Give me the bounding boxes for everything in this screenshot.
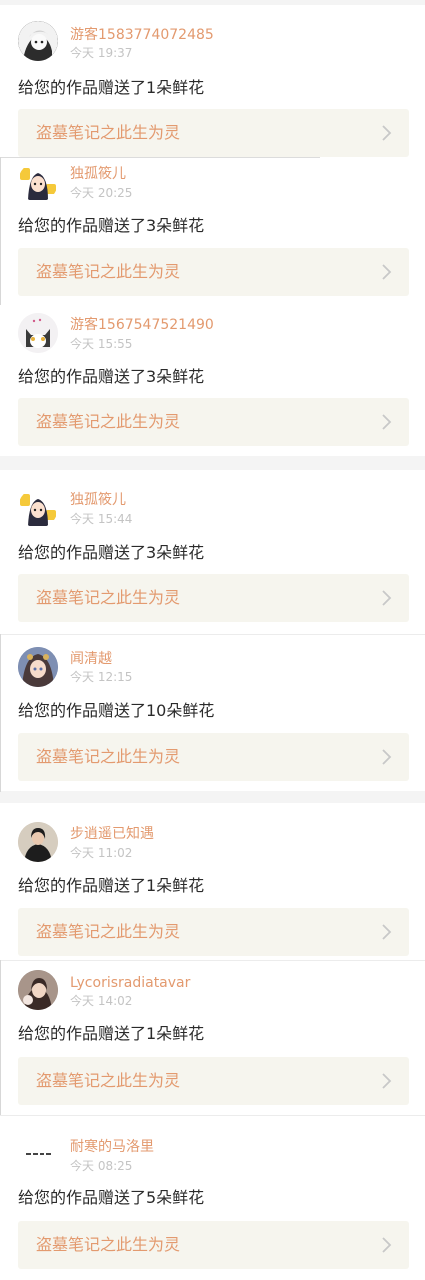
work-link-button[interactable]: 盗墓笔记之此生为灵 bbox=[18, 1221, 409, 1269]
timestamp: 今天 12:15 bbox=[70, 670, 133, 684]
cartoon-girl-avatar-icon[interactable] bbox=[18, 488, 58, 528]
sender-username[interactable]: 游客1567547521490 bbox=[70, 316, 214, 334]
work-title: 盗墓笔记之此生为灵 bbox=[36, 123, 181, 142]
notification-card: 步逍遥已知遇 今天 11:02 给您的作品赠送了1朵鲜花 盗墓笔记之此生为灵 bbox=[0, 803, 425, 960]
gift-message: 给您的作品赠送了5朵鲜花 bbox=[18, 1188, 205, 1207]
work-title: 盗墓笔记之此生为灵 bbox=[36, 1071, 181, 1090]
chevron-right-icon bbox=[381, 1072, 393, 1090]
section-gap bbox=[0, 791, 425, 803]
work-link-button[interactable]: 盗墓笔记之此生为灵 bbox=[18, 908, 409, 956]
work-link-button[interactable]: 盗墓笔记之此生为灵 bbox=[18, 248, 409, 296]
work-title: 盗墓笔记之此生为灵 bbox=[36, 588, 181, 607]
sender-username[interactable]: 独孤筱儿 bbox=[70, 165, 126, 183]
sender-username[interactable]: 耐寒的马洛里 bbox=[70, 1138, 154, 1156]
work-title: 盗墓笔记之此生为灵 bbox=[36, 262, 181, 281]
gift-message: 给您的作品赠送了1朵鲜花 bbox=[18, 876, 205, 895]
sender-username[interactable]: Lycorisradiatavar bbox=[70, 974, 190, 992]
work-link-button[interactable]: 盗墓笔记之此生为灵 bbox=[18, 574, 409, 622]
notification-card: 游客1567547521490 今天 15:55 给您的作品赠送了3朵鲜花 盗墓… bbox=[0, 305, 425, 456]
photo-portrait-avatar-icon[interactable] bbox=[18, 822, 58, 862]
gift-message: 给您的作品赠送了1朵鲜花 bbox=[18, 1024, 205, 1043]
timestamp: 今天 15:55 bbox=[70, 337, 133, 351]
sender-username[interactable]: 游客1583774072485 bbox=[70, 26, 214, 44]
chevron-right-icon bbox=[381, 589, 393, 607]
work-title: 盗墓笔记之此生为灵 bbox=[36, 1235, 181, 1254]
notification-card: 耐寒的马洛里 今天 08:25 给您的作品赠送了5朵鲜花 盗墓笔记之此生为灵 bbox=[0, 1116, 425, 1280]
work-title: 盗墓笔记之此生为灵 bbox=[36, 922, 181, 941]
gift-message: 给您的作品赠送了3朵鲜花 bbox=[18, 543, 205, 562]
work-link-button[interactable]: 盗墓笔记之此生为灵 bbox=[18, 733, 409, 781]
cat-avatar-icon[interactable] bbox=[18, 313, 58, 353]
chevron-right-icon bbox=[381, 263, 393, 281]
gift-message: 给您的作品赠送了3朵鲜花 bbox=[18, 216, 205, 235]
notification-card: 游客1583774072485 今天 19:37 给您的作品赠送了1朵鲜花 盗墓… bbox=[0, 5, 425, 157]
work-link-button[interactable]: 盗墓笔记之此生为灵 bbox=[18, 398, 409, 446]
work-link-button[interactable]: 盗墓笔记之此生为灵 bbox=[18, 109, 409, 157]
work-title: 盗墓笔记之此生为灵 bbox=[36, 412, 181, 431]
notification-card: 独孤筱儿 今天 15:44 给您的作品赠送了3朵鲜花 盗墓笔记之此生为灵 bbox=[0, 470, 425, 633]
timestamp: 今天 19:37 bbox=[70, 46, 133, 60]
timestamp: 今天 15:44 bbox=[70, 512, 133, 526]
anime-girl-avatar-icon[interactable] bbox=[18, 647, 58, 687]
chevron-right-icon bbox=[381, 124, 393, 142]
timestamp: 今天 11:02 bbox=[70, 846, 133, 860]
sender-username[interactable]: 步逍遥已知遇 bbox=[70, 825, 154, 843]
cartoon-girl-avatar-icon[interactable] bbox=[18, 162, 58, 202]
photo-girl-avatar-icon[interactable] bbox=[18, 970, 58, 1010]
flower-notification-page: 游客1583774072485 今天 19:37 给您的作品赠送了1朵鲜花 盗墓… bbox=[0, 0, 425, 1280]
work-title: 盗墓笔记之此生为灵 bbox=[36, 747, 181, 766]
notification-card: 闻清越 今天 12:15 给您的作品赠送了10朵鲜花 盗墓笔记之此生为灵 bbox=[0, 635, 425, 791]
gift-message: 给您的作品赠送了1朵鲜花 bbox=[18, 78, 205, 97]
timestamp: 今天 08:25 bbox=[70, 1159, 133, 1173]
text-logo-avatar-icon[interactable] bbox=[18, 1134, 58, 1174]
timestamp: 今天 14:02 bbox=[70, 994, 133, 1008]
notification-card: Lycorisradiatavar 今天 14:02 给您的作品赠送了1朵鲜花 … bbox=[0, 961, 425, 1115]
timestamp: 今天 20:25 bbox=[70, 186, 133, 200]
section-gap bbox=[0, 456, 425, 470]
chevron-right-icon bbox=[381, 748, 393, 766]
anime-boy-avatar-icon[interactable] bbox=[18, 21, 58, 61]
work-link-button[interactable]: 盗墓笔记之此生为灵 bbox=[18, 1057, 409, 1105]
sender-username[interactable]: 闻清越 bbox=[70, 650, 112, 668]
notification-card: 独孤筱儿 今天 20:25 给您的作品赠送了3朵鲜花 盗墓笔记之此生为灵 bbox=[0, 158, 425, 304]
chevron-right-icon bbox=[381, 413, 393, 431]
chevron-right-icon bbox=[381, 923, 393, 941]
gift-message: 给您的作品赠送了3朵鲜花 bbox=[18, 367, 205, 386]
chevron-right-icon bbox=[381, 1236, 393, 1254]
sender-username[interactable]: 独孤筱儿 bbox=[70, 491, 126, 509]
gift-message: 给您的作品赠送了10朵鲜花 bbox=[18, 701, 215, 720]
